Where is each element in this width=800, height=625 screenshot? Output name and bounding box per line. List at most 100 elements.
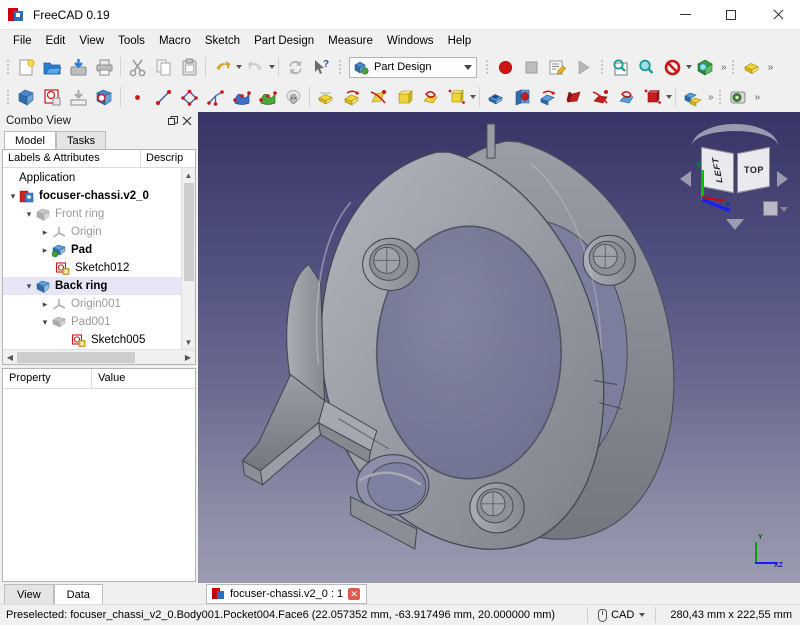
cut-icon[interactable] xyxy=(124,54,150,80)
expand-arrow[interactable]: ▸ xyxy=(39,227,51,238)
tree-item-sketch005[interactable]: Sketch005 xyxy=(3,331,181,349)
tree-item-application[interactable]: Application xyxy=(3,169,181,187)
expand-arrow[interactable]: ▾ xyxy=(7,191,19,202)
redo-dropdown-caret[interactable] xyxy=(269,65,275,69)
subtractive-primitive-icon[interactable] xyxy=(639,84,665,110)
bspline-icon[interactable] xyxy=(228,84,254,110)
macro-record-icon[interactable] xyxy=(492,54,518,80)
navigation-cube[interactable]: LEFT TOP Y Z xyxy=(678,124,790,232)
macro-stop-icon[interactable] xyxy=(518,54,544,80)
toolbar-overflow-view[interactable]: » xyxy=(718,62,728,73)
close-tab-icon[interactable]: ✕ xyxy=(348,588,361,600)
rotate-right-arrow-icon[interactable] xyxy=(777,171,788,187)
tree-item-origin[interactable]: ▸ Origin xyxy=(3,223,181,241)
revolution-icon[interactable] xyxy=(339,84,365,110)
workbench-selector[interactable]: Part Design xyxy=(349,56,477,78)
additive-helix-icon[interactable] xyxy=(417,84,443,110)
float-panel-icon[interactable] xyxy=(166,114,180,128)
chevron-down-icon[interactable] xyxy=(464,64,472,70)
toolbar-overflow-extra[interactable]: » xyxy=(765,62,775,73)
measure-icon[interactable] xyxy=(726,84,752,110)
navigation-style-selector[interactable]: CAD xyxy=(594,608,649,622)
tree-item-origin001[interactable]: ▸ Origin001 xyxy=(3,295,181,313)
tab-data[interactable]: Data xyxy=(53,584,103,604)
undo-icon[interactable] xyxy=(209,54,235,80)
toolbar-overflow-boolean[interactable]: » xyxy=(705,92,715,103)
tree-item-back-ring[interactable]: ▾ Back ring xyxy=(3,277,181,295)
expand-arrow[interactable]: ▾ xyxy=(23,281,35,292)
point-icon[interactable] xyxy=(124,84,150,110)
macro-execute-icon[interactable] xyxy=(570,54,596,80)
redo-icon[interactable] xyxy=(242,54,268,80)
toolbar-overflow-measure[interactable]: » xyxy=(752,92,762,103)
axonometric-view-icon[interactable] xyxy=(692,54,718,80)
close-panel-icon[interactable] xyxy=(180,114,194,128)
tree-item-pad[interactable]: ▸ Pad xyxy=(3,241,181,259)
tab-model[interactable]: Model xyxy=(4,131,56,149)
additive-primitive-dropdown-caret[interactable] xyxy=(470,95,476,99)
property-rows[interactable] xyxy=(3,389,195,581)
open-document-icon[interactable] xyxy=(39,54,65,80)
new-document-icon[interactable] xyxy=(13,54,39,80)
view-cube-dropdown-caret[interactable] xyxy=(780,207,788,212)
periodic-bspline-icon[interactable] xyxy=(254,84,280,110)
toolbar-grip-view[interactable] xyxy=(598,56,605,78)
validate-sketch-icon[interactable] xyxy=(91,84,117,110)
tab-tasks[interactable]: Tasks xyxy=(55,131,107,149)
menu-view[interactable]: View xyxy=(72,32,111,50)
toolbar-grip-extra[interactable] xyxy=(730,56,737,78)
menu-help[interactable]: Help xyxy=(441,32,479,50)
expand-arrow[interactable]: ▸ xyxy=(39,245,51,256)
toolbar-grip-macro[interactable] xyxy=(483,56,490,78)
subtractive-loft-icon[interactable] xyxy=(561,84,587,110)
hole-icon[interactable] xyxy=(509,84,535,110)
subtractive-pipe-icon[interactable] xyxy=(587,84,613,110)
menu-measure[interactable]: Measure xyxy=(321,32,380,50)
tree-vertical-scrollbar[interactable]: ▲ ▼ xyxy=(181,168,195,349)
save-document-icon[interactable] xyxy=(65,54,91,80)
pad-yellow-icon[interactable] xyxy=(739,54,765,80)
tab-view[interactable]: View xyxy=(4,584,54,604)
rotate-down-arrow-icon[interactable] xyxy=(726,219,744,230)
menu-windows[interactable]: Windows xyxy=(380,32,441,50)
scroll-down-arrow-icon[interactable]: ▼ xyxy=(185,335,193,349)
minimize-button[interactable] xyxy=(662,0,708,30)
nav-cube-face-top[interactable]: TOP xyxy=(737,146,770,194)
close-button[interactable] xyxy=(754,0,800,30)
tree-item-document[interactable]: ▾ focuser-chassi.v2_0 xyxy=(3,187,181,205)
scroll-up-arrow-icon[interactable]: ▲ xyxy=(185,168,193,182)
print-document-icon[interactable] xyxy=(91,54,117,80)
whats-this-icon[interactable]: ? xyxy=(308,54,334,80)
subtractive-helix-icon[interactable] xyxy=(613,84,639,110)
expand-arrow[interactable]: ▸ xyxy=(39,299,51,310)
menu-sketch[interactable]: Sketch xyxy=(198,32,247,50)
expand-arrow[interactable]: ▾ xyxy=(39,317,51,328)
create-body-icon[interactable] xyxy=(13,84,39,110)
tree-item-pad001[interactable]: ▾ Pad001 xyxy=(3,313,181,331)
additive-pipe-icon[interactable] xyxy=(391,84,417,110)
maximize-button[interactable] xyxy=(708,0,754,30)
chevron-down-icon[interactable] xyxy=(639,613,646,617)
menu-edit[interactable]: Edit xyxy=(39,32,73,50)
draw-style-icon[interactable] xyxy=(659,54,685,80)
fit-all-icon[interactable] xyxy=(607,54,633,80)
pocket-icon[interactable] xyxy=(483,84,509,110)
document-tab[interactable]: focuser-chassi.v2_0 : 1 ✕ xyxy=(206,584,368,604)
refresh-icon[interactable] xyxy=(282,54,308,80)
expand-arrow[interactable]: ▾ xyxy=(23,209,35,220)
3d-viewport[interactable]: LEFT TOP Y Z Y XZ xyxy=(198,112,800,583)
rotate-left-arrow-icon[interactable] xyxy=(680,171,691,187)
scroll-left-arrow-icon[interactable]: ◀ xyxy=(3,353,17,362)
menu-macro[interactable]: Macro xyxy=(152,32,198,50)
view-cube-icon[interactable] xyxy=(763,201,778,216)
copy-icon[interactable] xyxy=(150,54,176,80)
create-sketch-icon[interactable] xyxy=(39,84,65,110)
menu-file[interactable]: File xyxy=(6,32,39,50)
menu-tools[interactable]: Tools xyxy=(111,32,152,50)
paste-icon[interactable] xyxy=(176,54,202,80)
macro-edit-icon[interactable] xyxy=(544,54,570,80)
line-icon[interactable] xyxy=(150,84,176,110)
toolbar-grip-workbench[interactable] xyxy=(336,56,343,78)
subtractive-primitive-dropdown-caret[interactable] xyxy=(666,95,672,99)
groove-icon[interactable] xyxy=(535,84,561,110)
